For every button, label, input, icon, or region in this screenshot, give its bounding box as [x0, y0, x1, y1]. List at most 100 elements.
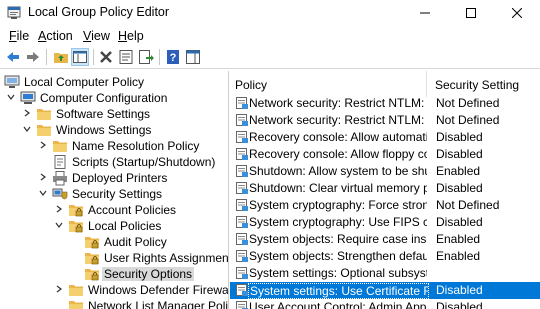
policy-name: Recovery console: Allow automatic a... [249, 130, 427, 144]
expanded-chevron-icon[interactable] [6, 92, 16, 102]
policy-row[interactable]: Recovery console: Allow automatic a... D… [230, 129, 540, 146]
policy-setting-icon [236, 114, 248, 126]
policy-row[interactable]: Recovery console: Allow floppy copy ... … [230, 146, 540, 163]
maximize-button[interactable] [448, 0, 494, 26]
close-button[interactable] [494, 0, 540, 26]
menu-view[interactable]: View [83, 29, 110, 43]
help-button[interactable]: ? [164, 48, 182, 66]
policy-name: User Account Control: Admin Appro... [249, 300, 427, 309]
column-header-security-setting[interactable]: Security Setting [427, 71, 540, 97]
locked-folder-icon [85, 253, 99, 265]
locked-folder-icon [85, 237, 99, 249]
policy-setting-icon [236, 199, 248, 211]
tree-label: Network List Manager Policies [88, 299, 229, 309]
export-list-button[interactable] [137, 48, 155, 66]
collapsed-chevron-icon[interactable] [22, 108, 32, 118]
policy-setting: Not Defined [436, 96, 500, 110]
policy-row[interactable]: System cryptography: Use FIPS comp... Di… [230, 214, 540, 231]
policy-row[interactable]: System cryptography: Force strong k... N… [230, 197, 540, 214]
policy-name: Shutdown: Clear virtual memory pag... [249, 181, 427, 195]
tree-label: Local Computer Policy [24, 75, 145, 89]
computer-icon [20, 91, 36, 104]
expanded-chevron-icon[interactable] [54, 220, 64, 230]
policy-row-selected[interactable]: System settings: Use Certificate Rules..… [230, 282, 540, 299]
script-icon [54, 155, 66, 169]
menu-file[interactable]: File [9, 29, 29, 43]
policy-row[interactable]: Shutdown: Clear virtual memory pag... Di… [230, 180, 540, 197]
svg-text:?: ? [170, 52, 177, 64]
policy-setting-icon [236, 250, 248, 262]
menu-action[interactable]: Action [38, 29, 73, 43]
policy-setting-icon [236, 148, 248, 160]
collapsed-chevron-icon[interactable] [54, 204, 64, 214]
policy-setting: Disabled [436, 283, 483, 297]
title-bar: Local Group Policy Editor [0, 0, 540, 26]
properties-icon [119, 50, 133, 64]
tree-label: User Rights Assignment [104, 251, 229, 265]
column-header-policy[interactable]: Policy [230, 71, 426, 97]
back-button[interactable] [4, 48, 22, 66]
collapsed-chevron-icon[interactable] [54, 284, 64, 294]
policy-setting: Not Defined [436, 198, 500, 212]
expanded-chevron-icon[interactable] [22, 124, 32, 134]
up-one-level-button[interactable] [52, 48, 70, 66]
tree-label: Audit Policy [104, 235, 167, 249]
tree-label-selected: Security Options [102, 267, 195, 281]
folder-up-icon [54, 53, 68, 63]
forward-arrow-icon [27, 52, 39, 62]
folder-icon [69, 285, 83, 296]
tree-label: Software Settings [56, 107, 151, 121]
policy-row[interactable]: User Account Control: Admin Appro... Dis… [230, 299, 540, 309]
policy-setting-icon [236, 233, 248, 245]
policy-name: System objects: Require case insensiti..… [249, 232, 427, 246]
policy-row[interactable]: Network security: Restrict NTLM: NT... N… [230, 95, 540, 112]
policy-row[interactable]: Shutdown: Allow system to be shut d... E… [230, 163, 540, 180]
show-hide-action-pane-button[interactable] [184, 48, 202, 66]
minimize-button[interactable] [402, 0, 448, 26]
policy-setting: Disabled [436, 215, 483, 229]
tree-label: Windows Defender Firewall with [88, 283, 229, 297]
policy-name: System cryptography: Force strong k... [249, 198, 427, 212]
policy-name: Network security: Restrict NTLM: Out... [249, 113, 427, 127]
console-tree: Local Computer Policy Computer Configura… [0, 71, 229, 309]
policy-row[interactable]: System objects: Strengthen default p... … [230, 248, 540, 265]
console-tree-icon [73, 51, 87, 63]
policy-name: System objects: Strengthen default p... [249, 249, 427, 263]
properties-button[interactable] [117, 48, 135, 66]
policy-row[interactable]: Network security: Restrict NTLM: Out... … [230, 112, 540, 129]
policy-row[interactable]: System settings: Optional subsystems [230, 265, 540, 282]
toolbar-separator [46, 49, 47, 65]
expanded-chevron-icon[interactable] [38, 188, 48, 198]
menu-help[interactable]: Help [118, 29, 144, 43]
policy-name: System settings: Use Certificate Rules..… [248, 283, 429, 299]
folder-icon [69, 301, 83, 309]
computer-policy-icon [4, 75, 20, 88]
forward-button[interactable] [24, 48, 42, 66]
policy-setting-icon [236, 97, 248, 109]
window-title: Local Group Policy Editor [28, 5, 170, 19]
action-pane-icon [186, 50, 200, 64]
policy-setting: Disabled [436, 147, 483, 161]
delete-button[interactable] [97, 48, 115, 66]
policy-setting-icon [236, 131, 248, 143]
folder-icon [37, 109, 51, 120]
collapsed-chevron-icon[interactable] [38, 140, 48, 150]
toolbar-separator [159, 49, 160, 65]
toolbar-separator [93, 49, 94, 65]
delete-x-icon [100, 51, 112, 63]
policy-setting: Disabled [436, 300, 483, 309]
tree-label: Computer Configuration [40, 91, 168, 105]
collapsed-chevron-icon[interactable] [38, 172, 48, 182]
policy-setting: Disabled [436, 181, 483, 195]
tree-label: Scripts (Startup/Shutdown) [72, 155, 216, 169]
tree-label: Windows Settings [56, 123, 152, 137]
close-icon [512, 8, 522, 18]
policy-row[interactable]: System objects: Require case insensiti..… [230, 231, 540, 248]
locked-folder-icon [69, 205, 83, 217]
show-hide-console-tree-button[interactable] [71, 48, 89, 66]
folder-icon [37, 125, 51, 136]
policy-setting-icon [236, 165, 248, 177]
tree-label: Local Policies [88, 219, 162, 233]
locked-folder-icon [69, 221, 83, 233]
printer-icon [53, 171, 67, 186]
